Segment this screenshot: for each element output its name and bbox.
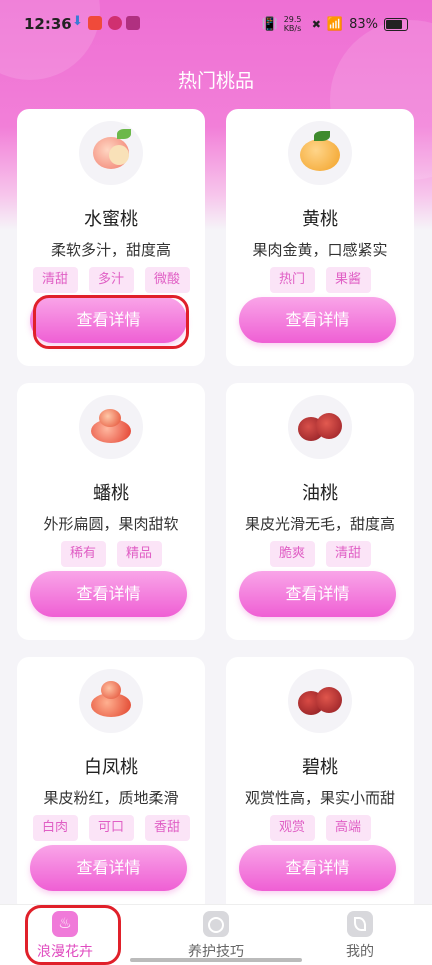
home-indicator bbox=[130, 958, 302, 962]
tab-care-tips[interactable]: 养护技巧 bbox=[166, 911, 266, 961]
tag: 可口 bbox=[88, 815, 134, 841]
tag: 观赏 bbox=[269, 815, 315, 841]
tab-profile[interactable]: 我的 bbox=[310, 911, 410, 961]
peach-name: 白凤桃 bbox=[84, 757, 138, 778]
peach-card: 油桃 果皮光滑无毛，甜度高 脆爽 清甜 查看详情 bbox=[226, 383, 414, 640]
view-details-button[interactable]: 查看详情 bbox=[30, 845, 187, 891]
peach-description: 果皮光滑无毛，甜度高 bbox=[244, 515, 395, 533]
tag-list: 白肉 可口 香甜 bbox=[17, 815, 205, 841]
battery-icon bbox=[384, 17, 408, 31]
tag: 清甜 bbox=[32, 267, 78, 293]
app-notification-icon bbox=[88, 16, 102, 30]
peach-image bbox=[288, 395, 352, 459]
page-title: 热门桃品 bbox=[177, 70, 254, 92]
highlight-box bbox=[25, 905, 121, 965]
tag-list: 热门 果酱 bbox=[226, 267, 414, 293]
message-icon bbox=[126, 16, 140, 30]
tag: 高端 bbox=[325, 815, 371, 841]
peach-image bbox=[79, 121, 143, 185]
tag: 清甜 bbox=[325, 541, 371, 567]
tag-list: 观赏 高端 bbox=[226, 815, 414, 841]
peach-description: 柔软多汁，甜度高 bbox=[50, 241, 171, 259]
status-time: 12:36 bbox=[24, 15, 72, 33]
status-bar: 12:36 ⬇ 📳 29.5 KB/s ✖ 📶 83% bbox=[0, 0, 432, 52]
tag: 白肉 bbox=[32, 815, 78, 841]
peach-image bbox=[288, 121, 352, 185]
tag: 稀有 bbox=[60, 541, 106, 567]
peach-image bbox=[79, 395, 143, 459]
peach-image bbox=[288, 669, 352, 733]
peach-name: 黄桃 bbox=[302, 209, 338, 230]
leaf-icon bbox=[347, 911, 373, 937]
tab-label: 我的 bbox=[346, 944, 374, 960]
tag: 脆爽 bbox=[269, 541, 315, 567]
network-speed: 29.5 KB/s bbox=[283, 15, 302, 33]
peach-name: 水蜜桃 bbox=[84, 209, 138, 230]
tag-list: 脆爽 清甜 bbox=[226, 541, 414, 567]
tag: 精品 bbox=[116, 541, 162, 567]
wifi-icon: 📶 bbox=[326, 16, 344, 32]
tag: 果酱 bbox=[325, 267, 371, 293]
tag: 热门 bbox=[269, 267, 315, 293]
status-right: 📳 29.5 KB/s ✖ 📶 83% bbox=[261, 15, 408, 33]
peach-card: 蟠桃 外形扁圆，果肉甜软 稀有 精品 查看详情 bbox=[17, 383, 205, 640]
peach-description: 观赏性高，果实小而甜 bbox=[244, 789, 395, 807]
highlight-box bbox=[33, 295, 189, 349]
tag-list: 清甜 多汁 微酸 bbox=[17, 267, 205, 293]
peach-card: 碧桃 观赏性高，果实小而甜 观赏 高端 查看详情 bbox=[226, 657, 414, 914]
tag: 香甜 bbox=[144, 815, 190, 841]
vibrate-icon: 📳 bbox=[261, 16, 278, 32]
battery-percent: 83% bbox=[349, 16, 378, 32]
peach-card: 白凤桃 果皮粉红，质地柔滑 白肉 可口 香甜 查看详情 bbox=[17, 657, 205, 914]
view-details-button[interactable]: 查看详情 bbox=[239, 571, 396, 617]
tag: 微酸 bbox=[144, 267, 190, 293]
view-details-button[interactable]: 查看详情 bbox=[30, 571, 187, 617]
app-notification-icon bbox=[108, 16, 122, 30]
peach-name: 碧桃 bbox=[302, 757, 338, 778]
peach-description: 果皮粉红，质地柔滑 bbox=[43, 789, 179, 807]
tag-list: 稀有 精品 bbox=[17, 541, 205, 567]
peach-name: 油桃 bbox=[302, 483, 338, 504]
peach-name: 蟠桃 bbox=[93, 483, 129, 504]
download-icon: ⬇ bbox=[72, 14, 83, 29]
peach-description: 外形扁圆，果肉甜软 bbox=[43, 515, 179, 533]
peach-image bbox=[79, 669, 143, 733]
tomato-icon bbox=[203, 911, 229, 937]
view-details-button[interactable]: 查看详情 bbox=[239, 845, 396, 891]
sim-icon: ✖ bbox=[311, 17, 321, 31]
tag: 多汁 bbox=[88, 267, 134, 293]
peach-description: 果肉金黄，口感紧实 bbox=[252, 241, 388, 259]
peach-card: 黄桃 果肉金黄，口感紧实 热门 果酱 查看详情 bbox=[226, 109, 414, 366]
view-details-button[interactable]: 查看详情 bbox=[239, 297, 396, 343]
